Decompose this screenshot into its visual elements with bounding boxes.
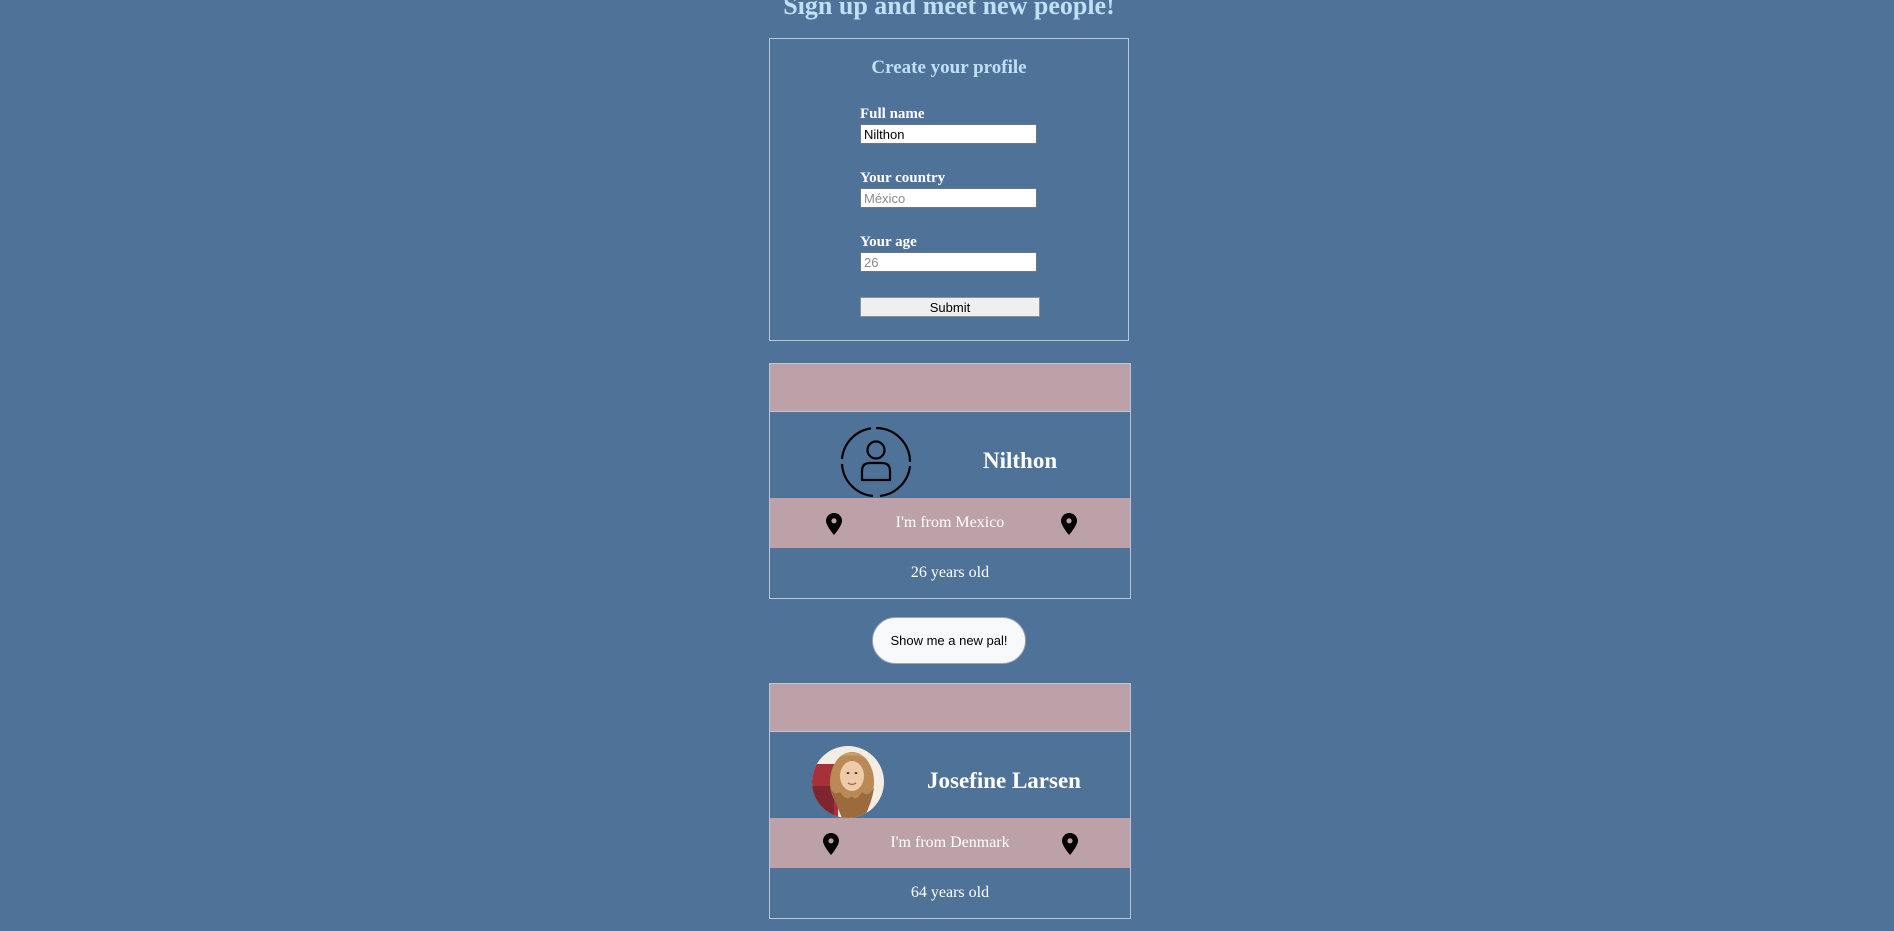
profile-age: 26 years old	[910, 564, 990, 581]
form-heading: Create your profile	[871, 57, 1027, 78]
my-profile-card: Nilthon I'm from Mexico 26 years old	[769, 363, 1131, 599]
country-label: Your country	[860, 170, 946, 186]
full-name-label: Full name	[860, 106, 925, 122]
location-pin-icon	[1061, 513, 1077, 535]
location-pin-icon	[826, 513, 842, 535]
card-identity: Josefine Larsen	[770, 732, 1130, 818]
profile-age: 64 years old	[910, 884, 990, 901]
profile-name: Nilthon	[983, 448, 1058, 473]
user-circle-icon	[840, 426, 912, 498]
profile-photo	[812, 746, 884, 818]
signup-form: Create your profile Full name Your count…	[769, 38, 1129, 341]
age-input[interactable]	[860, 252, 1037, 272]
profile-location: I'm from Mexico	[770, 498, 1130, 548]
card-banner	[770, 684, 1130, 732]
location-pin-icon	[823, 833, 839, 855]
location-pin-icon	[1062, 833, 1078, 855]
profile-location-text: I'm from Denmark	[890, 834, 1010, 851]
card-identity: Nilthon	[770, 412, 1130, 498]
profile-location: I'm from Denmark	[770, 818, 1130, 868]
profile-name: Josefine Larsen	[927, 768, 1081, 793]
page: Sign up and meet new people! Create your…	[0, 0, 1894, 931]
new-pal-button[interactable]: Show me a new pal!	[872, 617, 1026, 664]
avatar	[812, 746, 884, 818]
full-name-input[interactable]	[860, 124, 1037, 144]
card-banner	[770, 364, 1130, 412]
country-input[interactable]	[860, 188, 1037, 208]
profile-location-text: I'm from Mexico	[895, 514, 1005, 531]
page-title: Sign up and meet new people!	[783, 0, 1115, 20]
submit-button[interactable]: Submit	[860, 297, 1040, 317]
age-label: Your age	[860, 234, 917, 250]
pal-profile-card: Josefine Larsen I'm from Denmark 64 year…	[769, 683, 1131, 919]
